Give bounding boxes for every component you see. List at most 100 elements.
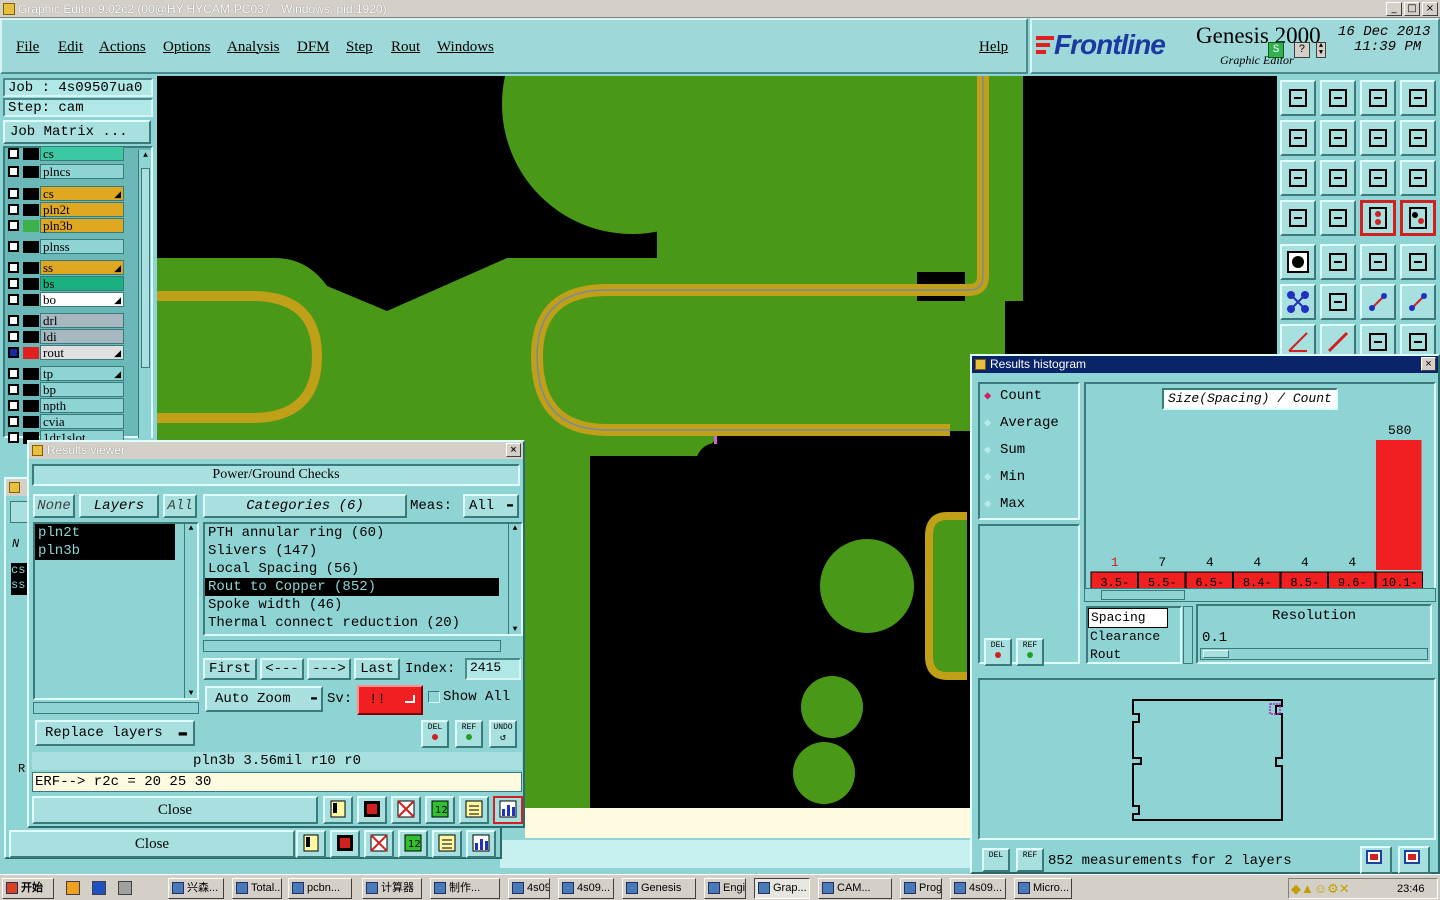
layer-name[interactable]: ss ◢ bbox=[40, 260, 124, 275]
layers-button[interactable]: Layers bbox=[79, 494, 159, 518]
layer-name[interactable]: bo ◢ bbox=[40, 292, 124, 307]
layer-name[interactable]: bs bbox=[40, 276, 124, 291]
results-viewer-close-button[interactable]: Close bbox=[32, 796, 318, 824]
quick-launch-icon[interactable] bbox=[92, 881, 106, 895]
severity-dropdown[interactable]: !! bbox=[357, 685, 423, 715]
layer-checkbox[interactable] bbox=[8, 220, 19, 231]
last-button[interactable]: Last bbox=[354, 658, 400, 680]
mode-radio-count[interactable]: ◆ Count bbox=[984, 388, 1042, 404]
taskbar-item[interactable]: Micro... bbox=[1014, 878, 1072, 899]
maximize-button[interactable]: □ bbox=[1404, 2, 1420, 16]
rv-cross-button[interactable] bbox=[391, 796, 421, 824]
layer-row[interactable]: ldi bbox=[6, 329, 124, 344]
layer-result-scrollbar[interactable]: ▲ ▼ bbox=[184, 524, 197, 698]
layer-checkbox[interactable] bbox=[8, 416, 19, 427]
rv-note-button[interactable] bbox=[459, 796, 489, 824]
taskbar-item[interactable]: CAM... bbox=[818, 878, 892, 899]
menu-file[interactable]: File bbox=[16, 39, 39, 56]
close-button[interactable]: × bbox=[1422, 2, 1438, 16]
back-close-button[interactable]: Close bbox=[9, 830, 295, 858]
back-stop-button[interactable] bbox=[330, 830, 360, 858]
category-item[interactable]: PTH annular ring (60) bbox=[205, 524, 499, 542]
prev-button[interactable]: <--- bbox=[260, 658, 304, 680]
layer-checkbox[interactable] bbox=[8, 347, 19, 358]
layer-checkbox[interactable] bbox=[8, 384, 19, 395]
undo-button[interactable]: UNDO ↺ bbox=[489, 720, 517, 748]
measure-scrollbar[interactable] bbox=[1183, 606, 1193, 664]
layer-row[interactable]: plnss bbox=[6, 239, 124, 254]
measure-item[interactable]: Spacing bbox=[1088, 608, 1168, 628]
help-query-button[interactable] bbox=[1400, 160, 1436, 196]
category-item[interactable]: Local Spacing (56) bbox=[205, 560, 499, 578]
ref-button[interactable]: REF bbox=[455, 720, 483, 748]
category-list[interactable]: PTH annular ring (60) Slivers (147) Local … bbox=[203, 522, 523, 636]
histogram-close-icon[interactable]: × bbox=[1421, 357, 1436, 371]
layer-name[interactable]: ldi bbox=[40, 329, 124, 344]
mode-radio-min[interactable]: ◆ Min bbox=[984, 469, 1025, 485]
ratio-button[interactable] bbox=[1360, 160, 1396, 196]
layer-checkbox[interactable] bbox=[8, 368, 19, 379]
taskbar-item[interactable]: pcbn... bbox=[288, 878, 352, 899]
quick-launch-icon[interactable] bbox=[118, 881, 132, 895]
taskbar-item[interactable]: Grap... bbox=[754, 878, 810, 899]
layer-list-scrollbar[interactable]: ▲ bbox=[138, 150, 151, 438]
mode-radio-average[interactable]: ◆ Average bbox=[984, 415, 1059, 431]
layer-row[interactable]: pln3b bbox=[6, 218, 124, 233]
step-right-button[interactable] bbox=[1320, 120, 1356, 156]
job-matrix-button[interactable]: Job Matrix ... bbox=[3, 120, 151, 144]
layer-checkbox[interactable] bbox=[8, 278, 19, 289]
start-button[interactable]: 开始 bbox=[2, 878, 54, 899]
rv-chart-button[interactable] bbox=[493, 796, 523, 824]
menu-actions[interactable]: Actions bbox=[99, 39, 146, 56]
rotate-button[interactable] bbox=[1360, 120, 1396, 156]
menu-dfm[interactable]: DFM bbox=[297, 39, 330, 56]
overview-del-button[interactable]: DEL bbox=[982, 848, 1010, 872]
taskbar-item[interactable]: Genesis bbox=[622, 878, 696, 899]
layer-row[interactable]: npth bbox=[6, 398, 124, 413]
layer-row[interactable]: bo ◢ bbox=[6, 292, 124, 307]
layer-row[interactable]: rout ◢ bbox=[6, 345, 124, 360]
layer-row[interactable]: ss ◢ bbox=[6, 260, 124, 275]
layer-name[interactable]: drl bbox=[40, 313, 124, 328]
hist-del-button[interactable]: DEL bbox=[984, 638, 1012, 666]
back-cross-button[interactable] bbox=[364, 830, 394, 858]
taskbar-item[interactable]: 兴森... bbox=[168, 878, 224, 899]
first-button[interactable]: First bbox=[203, 658, 257, 680]
results-viewer-close-icon[interactable]: × bbox=[506, 443, 521, 457]
layer-row[interactable]: drl bbox=[6, 313, 124, 328]
back-note-button[interactable] bbox=[432, 830, 462, 858]
step-left-button[interactable] bbox=[1280, 120, 1316, 156]
index-input[interactable]: 2415 bbox=[465, 658, 521, 680]
show-all-checkbox[interactable] bbox=[428, 691, 440, 703]
measure-item[interactable]: Clearance bbox=[1088, 628, 1180, 646]
category-hscroll[interactable] bbox=[203, 640, 501, 652]
taskbar-item[interactable]: 4s09... bbox=[508, 878, 550, 899]
open-up-button[interactable] bbox=[1320, 80, 1356, 116]
help-icon[interactable]: ? bbox=[1294, 42, 1310, 58]
mode-radio-max[interactable]: ◆ Max bbox=[984, 496, 1025, 512]
layer-checkbox[interactable] bbox=[8, 294, 19, 305]
overview-ref-button[interactable]: REF bbox=[1016, 848, 1044, 872]
s-icon[interactable]: S bbox=[1268, 42, 1284, 58]
replace-layers-dropdown[interactable]: Replace layers ▬ bbox=[35, 720, 195, 746]
menu-rout[interactable]: Rout bbox=[391, 39, 420, 56]
layer-checkbox[interactable] bbox=[8, 148, 19, 159]
home-button[interactable] bbox=[1360, 80, 1396, 116]
taskbar-item[interactable]: Progr... bbox=[900, 878, 942, 899]
histogram-bar[interactable] bbox=[1376, 440, 1422, 570]
rv-flag-button[interactable] bbox=[323, 796, 353, 824]
mode-radio-sum[interactable]: ◆ Sum bbox=[984, 442, 1025, 458]
menu-options[interactable]: Options bbox=[163, 39, 211, 56]
layer-name[interactable]: pln3b bbox=[40, 218, 124, 233]
layer-name[interactable]: plncs bbox=[40, 164, 124, 179]
all-button[interactable]: All bbox=[163, 494, 197, 518]
taskbar-item[interactable]: 计算器 bbox=[362, 878, 422, 899]
back-chart-button[interactable] bbox=[466, 830, 496, 858]
layer-row[interactable]: tp ◢ bbox=[6, 366, 124, 381]
layer-name[interactable]: bp bbox=[40, 382, 124, 397]
none-button[interactable]: None bbox=[33, 494, 75, 518]
snap-button[interactable] bbox=[1280, 244, 1316, 280]
zoom-home-button[interactable] bbox=[1280, 80, 1316, 116]
spinner-icon[interactable]: ▲ ▼ bbox=[1316, 42, 1326, 58]
resolution-slider[interactable] bbox=[1200, 648, 1428, 660]
